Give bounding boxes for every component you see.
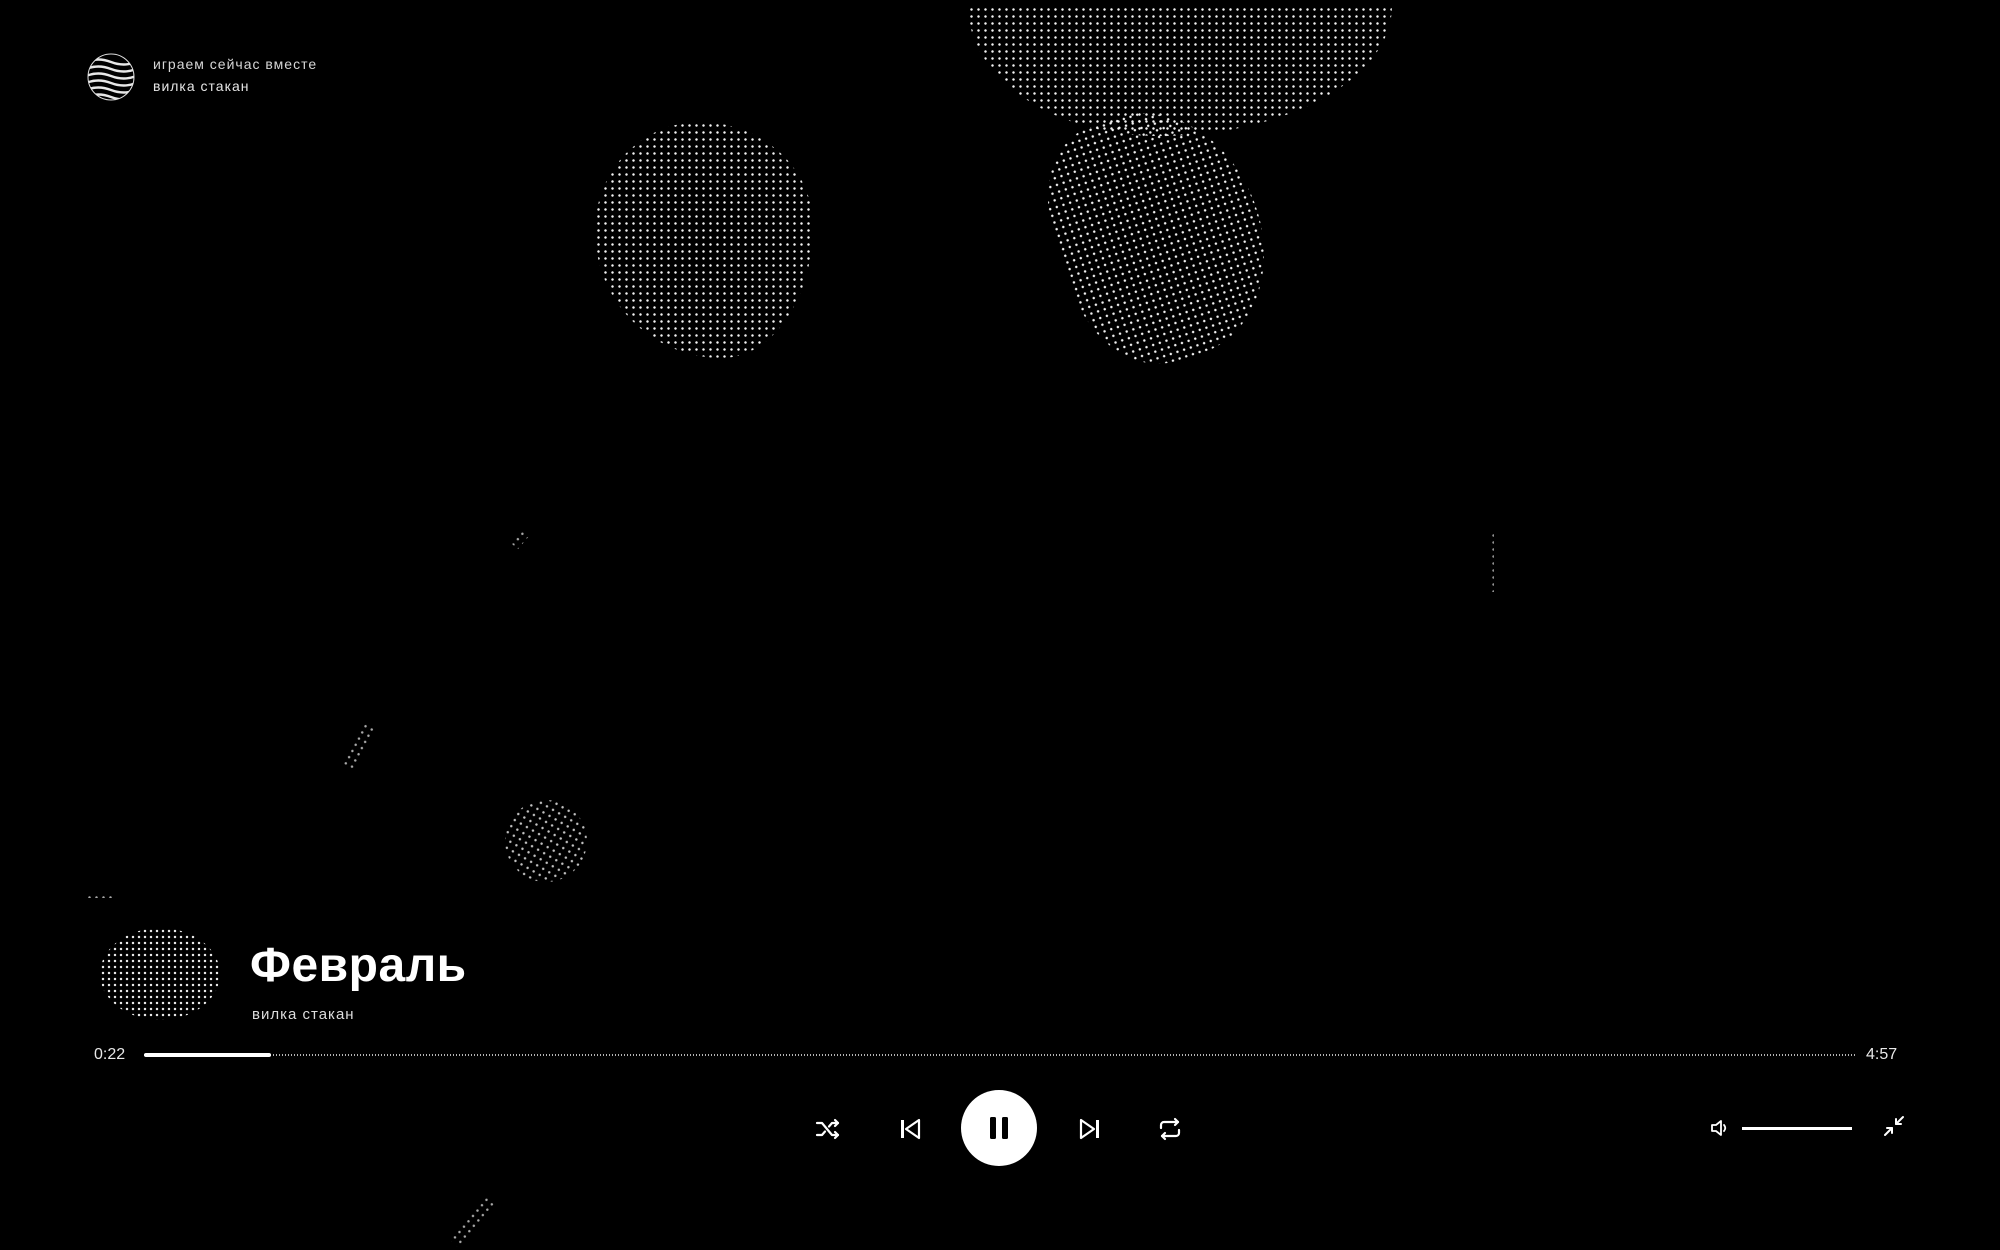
previous-button[interactable] bbox=[894, 1113, 926, 1145]
dot-streak-1 bbox=[341, 721, 377, 771]
repeat-button[interactable] bbox=[1154, 1113, 1186, 1145]
current-time: 0:22 bbox=[94, 1046, 126, 1063]
next-button[interactable] bbox=[1074, 1113, 1106, 1145]
dot-streak-2 bbox=[448, 1194, 496, 1248]
shuffle-button[interactable] bbox=[812, 1113, 844, 1145]
minimize-button[interactable] bbox=[1880, 1112, 1908, 1140]
dot-cloud-left bbox=[595, 122, 813, 358]
repeat-icon bbox=[1159, 1117, 1181, 1141]
minimize-icon bbox=[1884, 1116, 1904, 1136]
skip-previous-icon bbox=[901, 1118, 921, 1140]
dotted-cover-icon bbox=[100, 928, 220, 1020]
volume-fill bbox=[1742, 1127, 1852, 1130]
progress-fill bbox=[144, 1053, 271, 1057]
volume-slider[interactable] bbox=[1742, 1127, 1852, 1130]
skip-next-icon bbox=[1079, 1118, 1099, 1140]
shuffle-icon bbox=[815, 1118, 840, 1140]
volume-icon bbox=[1711, 1120, 1727, 1136]
pause-button[interactable] bbox=[961, 1090, 1037, 1166]
track-title: Февраль bbox=[250, 939, 467, 992]
pause-icon bbox=[990, 1117, 1008, 1139]
dot-streak-5 bbox=[86, 894, 114, 898]
progress-bar[interactable] bbox=[144, 1053, 1856, 1057]
wave-globe-logo-icon[interactable] bbox=[86, 52, 136, 102]
player-screen: играем сейчас вместе вилка стакан Феврал… bbox=[0, 0, 2000, 1250]
dot-cloud-top bbox=[968, 6, 1392, 136]
volume-icon[interactable] bbox=[1708, 1116, 1732, 1140]
now-playing-label: играем сейчас вместе bbox=[153, 56, 318, 72]
dot-cloud-small bbox=[489, 784, 603, 898]
dot-streak-4 bbox=[510, 528, 530, 550]
dot-streak-3 bbox=[1490, 532, 1494, 592]
now-playing-artist: вилка стакан bbox=[153, 78, 250, 94]
dot-cloud-tail bbox=[1026, 85, 1294, 385]
track-artist[interactable]: вилка стакан bbox=[252, 1006, 355, 1023]
total-time: 4:57 bbox=[1866, 1046, 1898, 1063]
